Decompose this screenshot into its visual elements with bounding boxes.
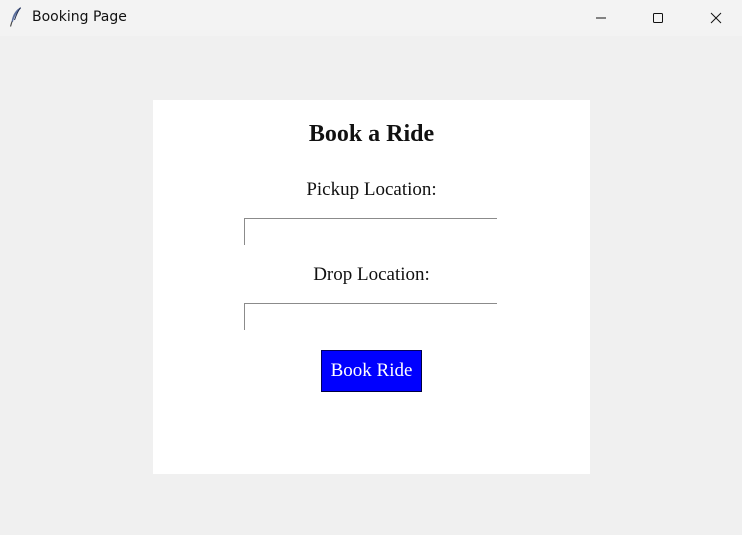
maximize-button[interactable]: [629, 0, 687, 36]
drop-location-input[interactable]: [244, 303, 497, 330]
window-content: Book a Ride Pickup Location: Drop Locati…: [0, 36, 742, 535]
feather-icon: [8, 6, 24, 28]
pickup-location-label: Pickup Location:: [306, 179, 437, 200]
close-icon: [710, 12, 722, 24]
window-title: Booking Page: [32, 9, 127, 25]
minimize-button[interactable]: [572, 0, 630, 36]
pickup-location-input[interactable]: [244, 218, 497, 245]
book-ride-button[interactable]: Book Ride: [321, 350, 422, 392]
close-button[interactable]: [687, 0, 742, 36]
drop-location-label: Drop Location:: [313, 264, 430, 285]
title-bar[interactable]: Booking Page: [0, 0, 742, 36]
maximize-icon: [652, 12, 664, 24]
booking-form-panel: Book a Ride Pickup Location: Drop Locati…: [153, 100, 590, 474]
minimize-icon: [595, 12, 607, 24]
form-heading: Book a Ride: [308, 121, 435, 147]
